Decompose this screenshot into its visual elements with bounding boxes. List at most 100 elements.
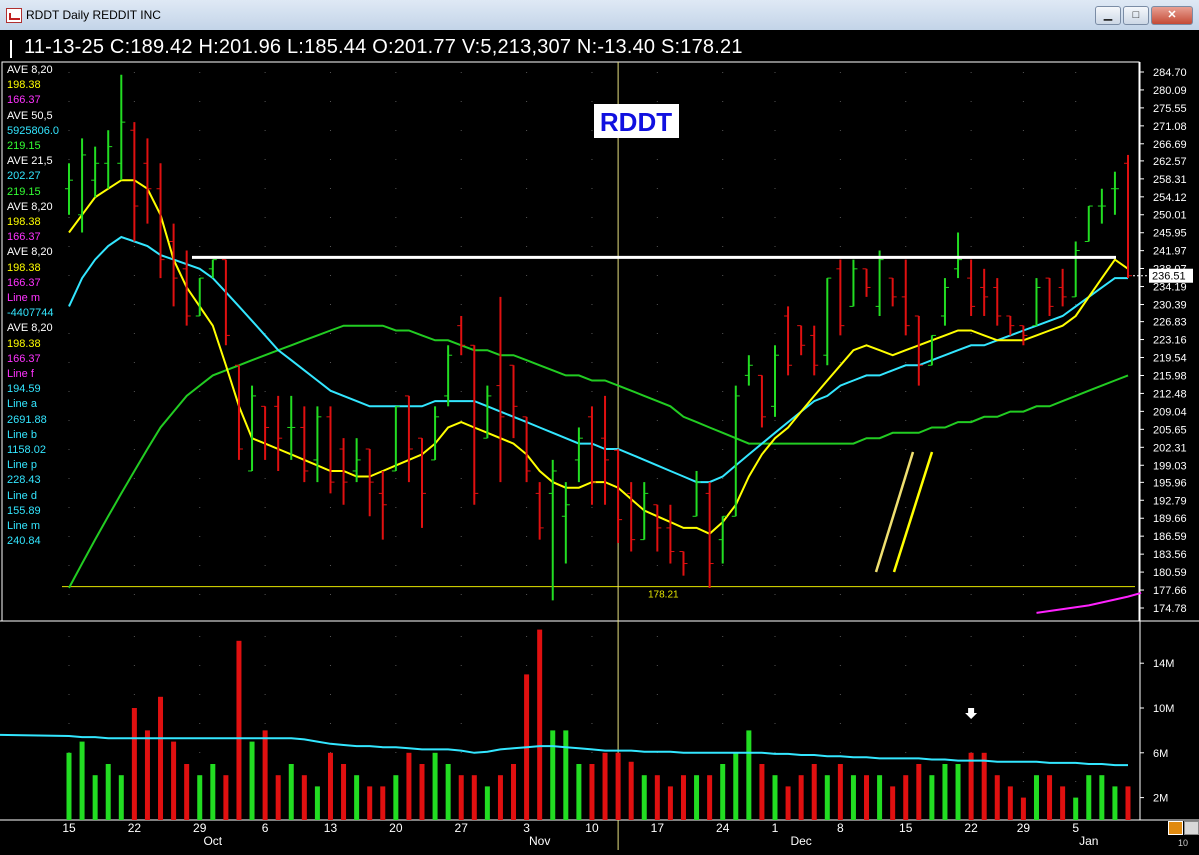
volume-bar [890, 786, 896, 820]
ohlc-bar [169, 223, 178, 307]
volume-bar [471, 775, 477, 820]
y-tick-label: 189.66 [1153, 513, 1187, 525]
volume-bar [694, 775, 700, 820]
legend-entry: AVE 8,20 [7, 200, 53, 213]
volume-bar [1007, 786, 1013, 820]
price-panel-frame [1, 61, 1140, 622]
maximize-button[interactable]: □ [1123, 6, 1149, 25]
volume-bar [667, 786, 673, 820]
ohlc-bar [810, 325, 819, 376]
symbol-label-box [594, 104, 679, 138]
ohlc-bar [731, 385, 740, 517]
x-tick-label: 29 [193, 821, 207, 835]
volume-bar [288, 764, 294, 820]
volume-bar [1047, 775, 1053, 820]
volume-bar [118, 775, 124, 820]
scroll-right-button[interactable] [1184, 821, 1199, 835]
minimize-button[interactable]: ▁ [1095, 6, 1121, 25]
ohlc-bar [849, 259, 858, 307]
ohlc-bar [457, 315, 466, 356]
ohlc-bar [1084, 205, 1093, 242]
page-counter: 10 [1178, 838, 1189, 848]
volume-bar [1112, 786, 1118, 820]
y-tick-label: 199.03 [1153, 460, 1187, 472]
legend-entry: 5925806.0 [7, 124, 59, 137]
volume-bar [341, 764, 347, 820]
x-tick-label: 24 [716, 821, 730, 835]
volume-bar [1020, 797, 1026, 820]
ohlc-bar [980, 268, 989, 316]
volume-bar [1099, 775, 1105, 820]
volume-bar [837, 764, 843, 820]
volume-bar [798, 775, 804, 820]
ohlc-bar [483, 385, 492, 439]
annotation-stroke [874, 451, 915, 573]
legend-entry: AVE 50,5 [7, 109, 53, 122]
x-tick-label: 6 [262, 821, 269, 835]
volume-bar [419, 764, 425, 820]
volume-bar [197, 775, 203, 820]
legend-entry: 219.15 [7, 185, 41, 198]
ohlc-bar [836, 259, 845, 336]
volume-bar [994, 775, 1000, 820]
ohlc-bar [797, 325, 806, 356]
ohlc-bar [234, 364, 243, 460]
legend-entry: 198.38 [7, 79, 41, 92]
ohlc-bar [967, 259, 976, 316]
volume-bar [314, 786, 320, 820]
support-label: 178.21 [648, 590, 679, 601]
scroll-left-button[interactable] [1168, 821, 1183, 835]
volume-bar [249, 741, 255, 820]
ohlc-bar [522, 416, 531, 483]
legend-entry: 155.89 [7, 504, 41, 517]
ohlc-bar [117, 74, 126, 181]
y-tick-label: 223.16 [1153, 335, 1187, 347]
volume-bar [602, 752, 608, 820]
ohlc-bar [1058, 268, 1067, 307]
volume-bar [131, 708, 137, 820]
quote-info-text: 11-13-25 C:189.42 H:201.96 L:185.44 O:20… [24, 36, 743, 58]
close-button[interactable]: ✕ [1151, 6, 1193, 25]
y-tick-label: 234.19 [1153, 282, 1187, 294]
ohlc-bar [692, 470, 701, 517]
ohlc-bar [784, 306, 793, 376]
ohlc-bar [1032, 278, 1041, 327]
ohlc-bar [1019, 325, 1028, 346]
volume-bar [968, 752, 974, 820]
ohlc-bar [614, 449, 623, 543]
ohlc-bar [771, 345, 779, 417]
volume-bar [903, 775, 909, 820]
volume-bar [877, 775, 883, 820]
y-tick-label: 271.08 [1153, 121, 1187, 133]
ohlc-bar [1045, 277, 1054, 316]
volume-bar [850, 775, 856, 820]
volume-bar [367, 786, 373, 820]
volume-bar [772, 775, 778, 820]
volume-bar [144, 730, 150, 820]
legend-entry: 198.38 [7, 261, 41, 274]
volume-bar [955, 764, 961, 820]
volume-bar [759, 764, 765, 820]
ohlc-bar [627, 482, 636, 552]
legend-entry: 194.59 [7, 383, 41, 396]
volume-bar [641, 775, 647, 820]
cursor-indicator [10, 40, 12, 58]
volume-bar [576, 764, 582, 820]
volume-bar [537, 629, 543, 820]
ohlc-bar [496, 296, 505, 483]
month-label: Dec [790, 834, 811, 848]
ohlc-bar [78, 138, 87, 233]
ohlc-bar [666, 504, 675, 564]
volume-bar [327, 752, 333, 820]
x-tick-label: 8 [837, 821, 844, 835]
ohlc-bar [65, 163, 73, 215]
ohlc-bar [888, 277, 897, 307]
ohlc-bar [195, 277, 204, 317]
y-tick-label: 192.79 [1153, 495, 1187, 507]
volume-ma-line [0, 733, 1128, 767]
volume-bar [105, 764, 111, 820]
legend-entry: AVE 21,5 [7, 155, 53, 168]
volume-bar [184, 764, 190, 820]
x-tick-label: 1 [772, 821, 779, 835]
y-tick-label: 195.96 [1153, 477, 1187, 489]
